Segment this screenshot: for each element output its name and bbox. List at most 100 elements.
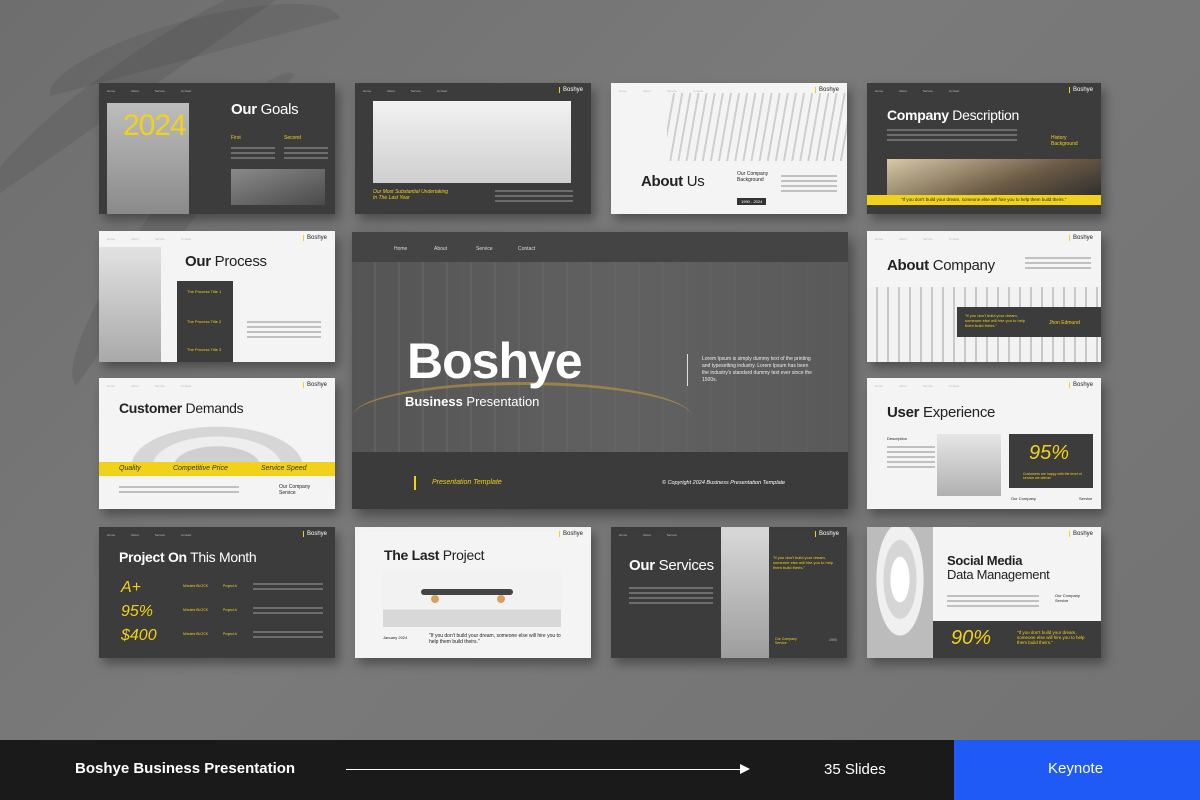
nav-home[interactable]: Home [394, 246, 407, 252]
cover-topbar [352, 232, 848, 262]
slide-nav: Home About Service Contact [875, 384, 960, 388]
text-lines [1025, 257, 1091, 272]
slide-customer-demands[interactable]: Home About Service Contact Boshye Customer … [99, 378, 335, 509]
wheel [431, 595, 439, 603]
quote-text: "If you don't build your dream, someone … [773, 555, 834, 570]
slide-project-month[interactable]: Home About Service Contact Boshye Project O… [99, 527, 335, 658]
stat-value: 95% [1029, 442, 1070, 464]
brand-label: Boshye [1068, 235, 1093, 241]
arches-photo [867, 527, 933, 658]
text-lines [253, 607, 323, 617]
slide-nav: Home About Service Contact [107, 89, 192, 93]
slide-our-services[interactable]: Home About Service Boshye Our Services "If… [611, 527, 847, 658]
year-pill: 1990 - 2024 [737, 198, 767, 205]
stat-value: 90% [951, 627, 992, 649]
brand-label: Boshye [302, 531, 327, 537]
slide-nav: Home About Service Contact [107, 237, 192, 241]
text-lines [253, 583, 323, 593]
slide-title: Our Services [629, 557, 714, 574]
quote-text: "If you don't build your dream, someone … [965, 313, 1026, 328]
stat-text: Customers are happy with the level of se… [1023, 472, 1082, 480]
brand-label: Boshye [302, 382, 327, 388]
slide-company-description[interactable]: Home About Service Contact Boshye Company D… [867, 83, 1101, 214]
slide-title: User Experience [887, 404, 996, 421]
social-sub: Our Company Service [1055, 593, 1080, 603]
architecture-photo [667, 93, 847, 161]
text-lines [284, 147, 328, 162]
brand-label: Boshye [558, 531, 583, 537]
arrow-right-icon [740, 764, 750, 774]
slide-user-experience[interactable]: Home About Service Contact Boshye User Expe… [867, 378, 1101, 509]
year-label: 2024 [123, 109, 187, 142]
text-lines [253, 631, 323, 641]
desc-label: Description [887, 436, 908, 441]
keynote-button[interactable]: Keynote [954, 740, 1200, 800]
cover-title: Boshye [407, 333, 583, 389]
lamp-photo [231, 169, 325, 205]
product-title: Boshye Business Presentation [75, 760, 296, 777]
project-date: January 2024 [383, 635, 408, 640]
main-cover-slide[interactable]: Home About Service Contact Boshye Busine… [352, 232, 848, 509]
slide-title-line2: Data Management [947, 567, 1050, 582]
copyright-label: © Copyright 2024 Business Presentation T… [662, 480, 786, 486]
cover-subtitle: Business Presentation [405, 394, 540, 409]
caption-left: Our Company [1011, 496, 1036, 501]
room-photo [937, 434, 1001, 496]
quote-author: Jhon Edmund [1049, 320, 1080, 326]
process-step: The Process Title 3 [187, 347, 222, 352]
band-item: Service Speed [261, 465, 307, 472]
brand-label: Boshye [558, 87, 583, 93]
band-item: Quality [119, 465, 141, 472]
text-lines [781, 175, 837, 195]
metric-value: A+ [121, 579, 142, 596]
metric-minutes: Minutes BLOCK [183, 584, 209, 588]
quote-text: "If you don't build your dream, someone … [1017, 630, 1085, 645]
nav-contact[interactable]: Contact [518, 246, 535, 252]
nav-about[interactable]: About [434, 246, 447, 252]
metric-minutes: Minutes BLOCK [183, 608, 209, 612]
building-photo [887, 159, 1101, 195]
slide-nav: Home About Service Contact [875, 89, 960, 93]
arch-photo [117, 420, 317, 462]
slide-about-company[interactable]: Home About Service Contact Boshye About Com… [867, 231, 1101, 362]
slide-our-goals[interactable]: Home About Service Contact 2024 Our Goals F… [99, 83, 335, 214]
quote-text: "If you don't build your dream, someone … [429, 633, 561, 645]
text-lines [247, 321, 321, 341]
slide-title: The Last Project [384, 547, 485, 563]
caption-right: Service [1079, 496, 1093, 501]
process-step: The Process Title 2 [187, 319, 222, 324]
col2-label: Second [284, 135, 301, 141]
yellow-mark [414, 476, 416, 490]
slide-our-process[interactable]: Home About Service Contact Boshye Our Proce… [99, 231, 335, 362]
slide-nav: Home About Service [619, 533, 677, 537]
slide-title: Project On This Month [119, 549, 257, 565]
slide-title: Our Goals [231, 101, 299, 118]
process-step: The Process Title 1 [187, 289, 222, 294]
text-lines [887, 446, 935, 471]
nav-service[interactable]: Service [476, 246, 493, 252]
history-label: History Background [1051, 135, 1078, 147]
service-label: Our Company Service [775, 637, 797, 645]
slide-social-media[interactable]: Boshye Social Media Data Management Our … [867, 527, 1101, 658]
slide-title: Our Process [185, 253, 267, 270]
slide-last-project[interactable]: Boshye The Last Project January 2024 "If… [355, 527, 591, 658]
footer-bar: Boshye Business Presentation 35 Slides K… [0, 740, 1200, 800]
slide-about-us[interactable]: Home About Service Contact Boshye About Us … [611, 83, 847, 214]
text-lines [947, 595, 1039, 610]
arrow-line [346, 769, 744, 770]
brand-label: Boshye [814, 531, 839, 537]
slide-hall[interactable]: Home About Service Contact Boshye Our Most … [355, 83, 591, 214]
metric-minutes: Minutes BLOCK [183, 632, 209, 636]
metric-value: 95% [121, 603, 154, 620]
tower-photo [721, 527, 769, 658]
wheel [497, 595, 505, 603]
slides-count: 35 Slides [824, 761, 886, 778]
showcase-stage: Home About Service Contact 2024 Our Goals F… [0, 0, 1200, 740]
template-label: Presentation Template [432, 479, 502, 486]
brand-label: Boshye [302, 235, 327, 241]
text-lines [887, 129, 1017, 144]
cover-body: Lorem Ipsum is simply dummy text of the … [702, 356, 812, 383]
text-lines [495, 190, 573, 205]
keynote-label: Keynote [1048, 760, 1104, 777]
slide-title: Company Description [887, 107, 1020, 123]
